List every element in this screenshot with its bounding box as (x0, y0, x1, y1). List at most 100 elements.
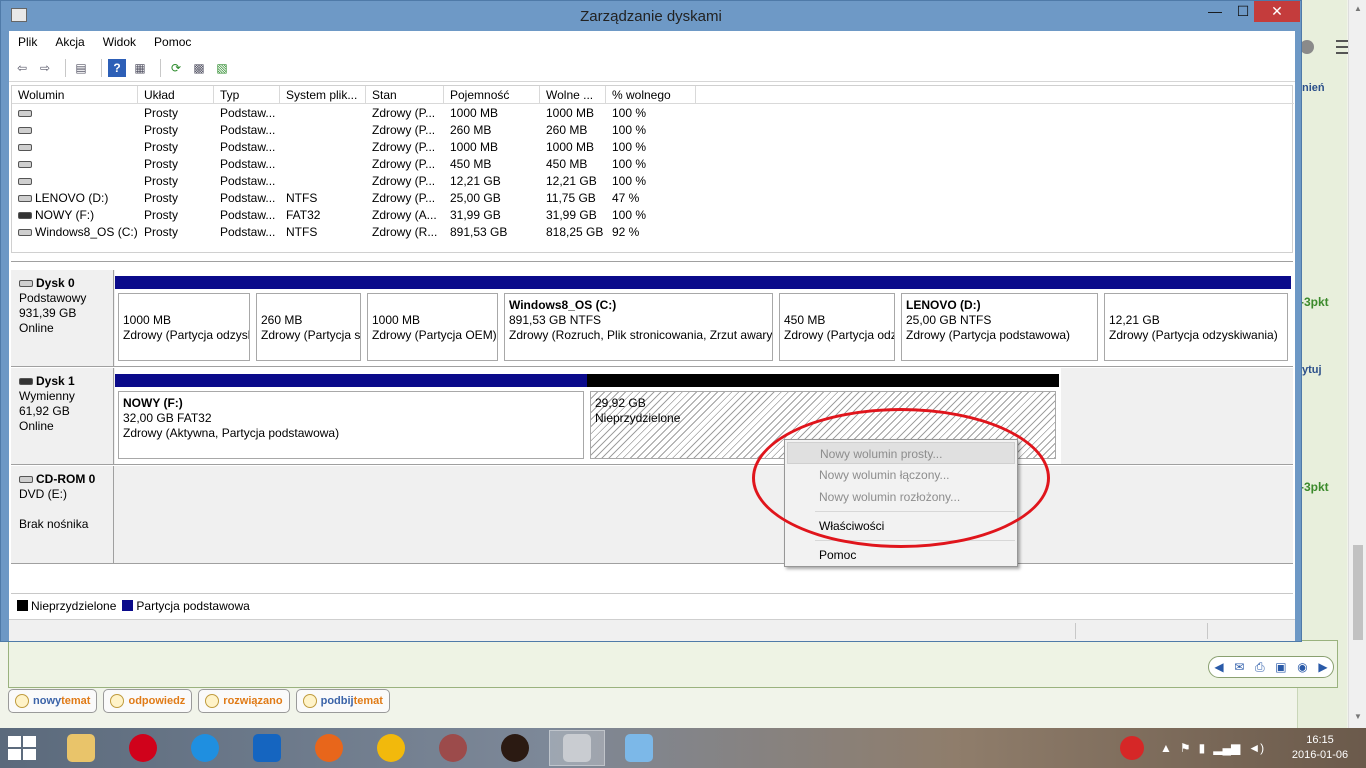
col-volume[interactable]: Wolumin (12, 86, 138, 104)
bump-topic-button[interactable]: podbij temat (295, 689, 390, 713)
partition[interactable]: 450 MBZdrowy (Partycja odzyskiwania) (776, 276, 898, 365)
file-explorer-icon[interactable] (53, 730, 109, 766)
next-icon[interactable]: ▶ (1318, 660, 1327, 674)
battery-icon[interactable]: ▮ (1199, 741, 1206, 755)
reply-icon (110, 694, 125, 708)
col-free[interactable]: Wolne ... (540, 86, 606, 104)
partition[interactable]: 1000 MB Zdrowy (Partycja OEM) (364, 276, 501, 365)
volume-icon (18, 127, 32, 135)
volume-icon (18, 229, 32, 237)
rescan-icon[interactable]: ▧ (213, 59, 231, 77)
watch-icon[interactable]: ◉ (1297, 660, 1307, 674)
cell-filesystem: FAT32 (286, 208, 321, 222)
cell-free: 450 MB (546, 157, 588, 171)
menu-file[interactable]: Plik (9, 35, 46, 49)
cell-layout: Prosty (144, 225, 179, 239)
save-icon[interactable]: ▣ (1275, 660, 1286, 674)
start-button[interactable] (8, 736, 36, 760)
table-row[interactable]: Prosty Podstaw... Zdrowy (P... 1000 MB 1000 … (12, 139, 696, 156)
help-icon[interactable]: ? (108, 58, 126, 77)
table-row[interactable]: LENOVO (D:) Prosty Podstaw... NTFS Zdrowy (P… (12, 190, 696, 207)
forum-post-actions: ◀ ✉ ⎙ ▣ ◉ ▶ (1208, 656, 1334, 678)
cell-capacity: 1000 MB (450, 140, 499, 154)
solved-icon (205, 694, 220, 708)
outlook-icon[interactable] (239, 730, 295, 766)
internet-explorer-icon[interactable] (177, 730, 233, 766)
disk-management-icon[interactable] (549, 730, 605, 766)
partition-c[interactable]: Windows8_OS (C:) 891,53 GB NTFS Zdrowy (Ro… (501, 276, 776, 365)
opera-icon[interactable] (115, 730, 171, 766)
antivirus-tray-icon[interactable] (1108, 730, 1156, 766)
partition-d[interactable]: LENOVO (D:) 25,00 GB NTFS Zdrowy (Partycja… (898, 276, 1101, 365)
show-hidden-icons-icon[interactable]: ▲ (1160, 741, 1172, 755)
profile-icon[interactable] (1300, 40, 1314, 54)
volume-icon[interactable]: ◄) (1248, 741, 1264, 755)
mail-icon[interactable]: ✉ (1234, 660, 1244, 674)
partition[interactable]: 260 MBZdrowy (Partycja systemu EFI) (253, 276, 364, 365)
table-row[interactable]: Prosty Podstaw... Zdrowy (P... 260 MB 260 MB… (12, 122, 696, 139)
cdrom-0-label[interactable]: CD-ROM 0 DVD (E:) Brak nośnika (11, 466, 114, 563)
paint-icon[interactable] (611, 730, 667, 766)
menu-action[interactable]: Akcja (46, 35, 93, 49)
scrollbar-thumb[interactable] (1353, 545, 1363, 640)
properties-list-icon[interactable]: ▦ (131, 59, 149, 77)
cell-percent-free: 100 % (612, 106, 647, 120)
2016-app-icon[interactable] (487, 730, 543, 766)
reply-button[interactable]: odpowiedz (103, 689, 193, 713)
close-button[interactable]: ✕ (1254, 1, 1300, 22)
table-row[interactable]: Prosty Podstaw... Zdrowy (P... 450 MB 450 MB… (12, 156, 696, 173)
table-row[interactable]: Windows8_OS (C:) Prosty Podstaw... NTFS Zdro… (12, 224, 696, 241)
cell-filesystem (280, 139, 366, 156)
media-app-icon[interactable] (425, 730, 481, 766)
cell-free: 1000 MB (546, 140, 595, 154)
refresh-icon[interactable]: ⟳ (167, 59, 185, 77)
clock[interactable]: 16:15 2016-01-06 (1290, 733, 1350, 763)
forum-tag[interactable]: nień (1302, 82, 1325, 94)
cell-filesystem (280, 122, 366, 139)
console-tree-icon[interactable]: ▤ (72, 59, 90, 77)
title-bar[interactable]: Zarządzanie dyskami — ☐ ✕ (1, 1, 1301, 31)
properties-icon[interactable]: ▩ (190, 59, 208, 77)
network-icon[interactable]: ▂▄▆ (1213, 741, 1240, 755)
cell-layout: Prosty (144, 123, 179, 137)
table-row[interactable]: Prosty Podstaw... Zdrowy (P... 12,21 GB 12,2… (12, 173, 696, 190)
browser-scrollbar[interactable]: ▲ ▼ (1348, 0, 1366, 728)
cell-free: 1000 MB (546, 106, 595, 120)
firefox-icon[interactable] (301, 730, 357, 766)
menu-help[interactable]: Pomoc (145, 35, 200, 49)
col-filesystem[interactable]: System plik... (280, 86, 366, 104)
disk-0-label[interactable]: Dysk 0 Podstawowy 931,39 GB Online (11, 270, 114, 366)
action-center-icon[interactable]: ⚑ (1180, 741, 1191, 755)
table-row[interactable]: NOWY (F:) Prosty Podstaw... FAT32 Zdrowy (A.… (12, 207, 696, 224)
disk-management-window: Zarządzanie dyskami — ☐ ✕ Plik Akcja Wid… (0, 0, 1302, 642)
col-percent-free[interactable]: % wolnego (606, 86, 696, 104)
forward-icon[interactable]: ⇨ (36, 59, 54, 77)
menu-view[interactable]: Widok (94, 35, 145, 49)
disk-1-label[interactable]: Dysk 1 Wymienny 61,92 GB Online (11, 368, 114, 464)
prev-icon[interactable]: ◀ (1214, 660, 1223, 674)
new-topic-button[interactable]: nowy temat (8, 689, 98, 713)
solved-button[interactable]: rozwiązano (198, 689, 290, 713)
cell-type: Podstaw... (220, 123, 276, 137)
volume-list: Wolumin Układ Typ System plik... Stan Po… (11, 85, 1294, 253)
col-capacity[interactable]: Pojemność (444, 86, 540, 104)
print-icon[interactable]: ⎙ (1255, 660, 1265, 675)
back-icon[interactable]: ⇦ (13, 59, 31, 77)
scroll-up-icon[interactable]: ▲ (1353, 4, 1363, 14)
scroll-down-icon[interactable]: ▼ (1353, 712, 1363, 722)
sun-app-icon[interactable] (363, 730, 419, 766)
col-status[interactable]: Stan (366, 86, 444, 104)
col-layout[interactable]: Układ (138, 86, 214, 104)
partition[interactable]: 1000 MBZdrowy (Partycja odzyskiwania) (115, 276, 253, 365)
cell-percent-free: 100 % (612, 140, 647, 154)
minimize-button[interactable]: — (1201, 1, 1229, 22)
maximize-button[interactable]: ☐ (1229, 1, 1257, 22)
partition-f[interactable]: NOWY (F:) 32,00 GB FAT32 Zdrowy (Aktywna, … (115, 374, 587, 463)
clock-date: 2016-01-06 (1291, 749, 1349, 761)
table-row[interactable]: Prosty Podstaw... Zdrowy (P... 1000 MB 1000 … (12, 105, 696, 122)
partition[interactable]: 12,21 GB Zdrowy (Partycja odzyskiwania) (1101, 276, 1291, 365)
col-type[interactable]: Typ (214, 86, 280, 104)
forum-tag[interactable]: ytuj (1302, 364, 1322, 376)
cell-percent-free: 100 % (612, 123, 647, 137)
cell-free: 12,21 GB (546, 174, 597, 188)
